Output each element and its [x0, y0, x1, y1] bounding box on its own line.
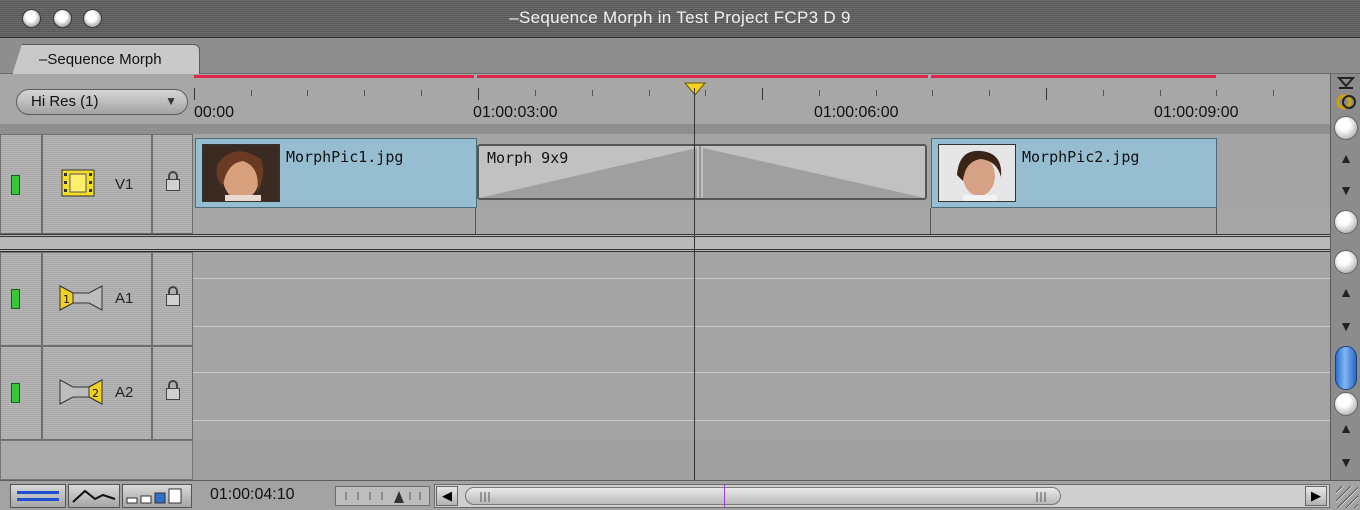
current-timecode[interactable]: 01:00:04:10	[210, 486, 295, 504]
scroll-up-button[interactable]: ▲	[1335, 150, 1357, 166]
scroll-ball[interactable]	[1334, 392, 1358, 416]
track-a2-lock-cell[interactable]	[152, 346, 193, 440]
scroll-ball[interactable]	[1334, 116, 1358, 140]
scroll-down-button[interactable]: ▼	[1335, 454, 1357, 470]
window-title: –Sequence Morph in Test Project FCP3 D 9	[509, 8, 851, 27]
playhead-line	[694, 88, 695, 480]
tab-sequence-morph[interactable]: –Sequence Morph	[12, 44, 200, 75]
track-v1-lane[interactable]: MorphPic1.jpg Morph 9x9 MorphPic2.jpg	[193, 134, 1330, 234]
track-a1-enable-cell[interactable]	[0, 252, 42, 346]
keyframe-overlay-icon	[72, 489, 116, 503]
clip-name: MorphPic1.jpg	[286, 148, 404, 166]
ruler-timecode: 01:00:03:00	[473, 104, 558, 121]
ruler-divider	[0, 124, 1330, 134]
thumb-grip-icon	[480, 492, 490, 502]
render-quality-popup[interactable]: Hi Res (1) ▼	[16, 89, 188, 115]
thumb-grip-icon	[1036, 492, 1046, 502]
track-a1: 1 A1	[0, 252, 1330, 346]
track-a1-lane[interactable]	[193, 252, 1330, 346]
track-a2-lane[interactable]	[193, 346, 1330, 440]
track-a2: 2 A2	[0, 346, 1330, 440]
horizontal-scrollbar[interactable]: ◀ ▶	[434, 484, 1330, 508]
track-a2-header[interactable]: 2 A2	[42, 346, 152, 440]
playhead-position-marker	[724, 485, 725, 507]
lock-icon[interactable]	[166, 380, 180, 400]
speaker-1-icon: 1	[59, 285, 103, 311]
scroll-down-button[interactable]: ▼	[1335, 182, 1357, 198]
track-v1-label: V1	[115, 176, 134, 193]
scroll-left-button[interactable]: ◀	[436, 486, 458, 506]
transition-name: Morph 9x9	[487, 149, 569, 167]
speaker-2-icon: 2	[59, 379, 103, 405]
clip-thumbnail	[202, 144, 280, 202]
vertical-scroller: ▲ ▼ ▲ ▼ ▲ ▼	[1330, 74, 1360, 480]
track-v1-lock-cell[interactable]	[152, 134, 193, 234]
clip-morphpic1[interactable]: MorphPic1.jpg	[195, 138, 477, 208]
transition-morph[interactable]: Morph 9x9	[477, 144, 927, 200]
lock-icon[interactable]	[166, 171, 180, 191]
track-height-icon	[17, 491, 59, 501]
timeline-bottom-bar: 01:00:04:10 ◀ ▶	[0, 480, 1360, 510]
render-bar	[477, 75, 928, 78]
clip-name: MorphPic2.jpg	[1022, 148, 1140, 166]
zoom-slider[interactable]	[335, 486, 430, 506]
track-a1-enable-icon[interactable]	[11, 289, 20, 309]
portrait-thumbnail-icon	[939, 145, 1015, 201]
horizontal-scroll-thumb[interactable]	[465, 487, 1061, 505]
timeline-empty-area[interactable]	[193, 440, 1330, 480]
track-a2-enable-cell[interactable]	[0, 346, 42, 440]
track-height-handle[interactable]	[1334, 210, 1358, 234]
timeline-ruler-area: Hi Res (1) ▼ 00:00 01:00:03:00 01:00:06:…	[0, 74, 1330, 134]
render-bar	[194, 75, 474, 78]
timecode-ruler[interactable]: 00:00 01:00:03:00 01:00:06:00 01:00:09:0…	[194, 82, 1330, 124]
track-size-icon	[126, 488, 182, 504]
clip-overlays-button[interactable]	[68, 484, 120, 508]
track-a2-label: A2	[115, 384, 134, 401]
svg-text:2: 2	[92, 387, 99, 400]
scroll-right-button[interactable]: ▶	[1305, 486, 1327, 506]
render-bar	[931, 75, 1216, 78]
playhead-icon[interactable]	[684, 82, 706, 98]
lock-icon[interactable]	[166, 286, 180, 306]
scroll-up-button[interactable]: ▲	[1335, 420, 1357, 436]
track-height-handle[interactable]	[1334, 250, 1358, 274]
render-quality-label: Hi Res (1)	[31, 93, 99, 110]
ruler-timecode: 01:00:06:00	[814, 104, 899, 121]
track-v1-enable-cell[interactable]	[0, 134, 42, 234]
ruler-timecode: 01:00:09:00	[1154, 104, 1239, 121]
chevron-down-icon: ▼	[165, 94, 177, 108]
track-a2-enable-icon[interactable]	[11, 383, 20, 403]
track-a1-label: A1	[115, 290, 134, 307]
film-icon	[61, 169, 95, 197]
track-v1: V1 MorphPic1.jpg Morph 9x9 MorphPic2.jpg	[0, 134, 1330, 234]
vertical-scroll-thumb[interactable]	[1335, 346, 1357, 390]
track-size-button[interactable]	[122, 484, 192, 508]
ruler-timecode: 00:00	[194, 104, 235, 121]
track-a1-header[interactable]: 1 A1	[42, 252, 152, 346]
snapping-linking-icon[interactable]	[1336, 76, 1356, 112]
track-header-filler	[0, 440, 193, 480]
scroll-down-button[interactable]: ▼	[1335, 318, 1357, 334]
track-v1-enable-icon[interactable]	[11, 175, 20, 195]
zoom-slider-ticks-icon	[345, 491, 421, 503]
track-a1-lock-cell[interactable]	[152, 252, 193, 346]
portrait-thumbnail-icon	[203, 145, 279, 201]
svg-text:1: 1	[63, 293, 70, 306]
video-audio-divider[interactable]	[0, 234, 1330, 252]
clip-thumbnail	[938, 144, 1016, 202]
tab-strip: –Sequence Morph	[0, 38, 1360, 75]
track-v1-header[interactable]: V1	[42, 134, 152, 234]
track-height-button[interactable]	[10, 484, 66, 508]
title-bar: –Sequence Morph in Test Project FCP3 D 9	[0, 0, 1360, 38]
clip-morphpic2[interactable]: MorphPic2.jpg	[931, 138, 1217, 208]
scroll-up-button[interactable]: ▲	[1335, 284, 1357, 300]
resize-grip-icon[interactable]	[1336, 486, 1358, 508]
